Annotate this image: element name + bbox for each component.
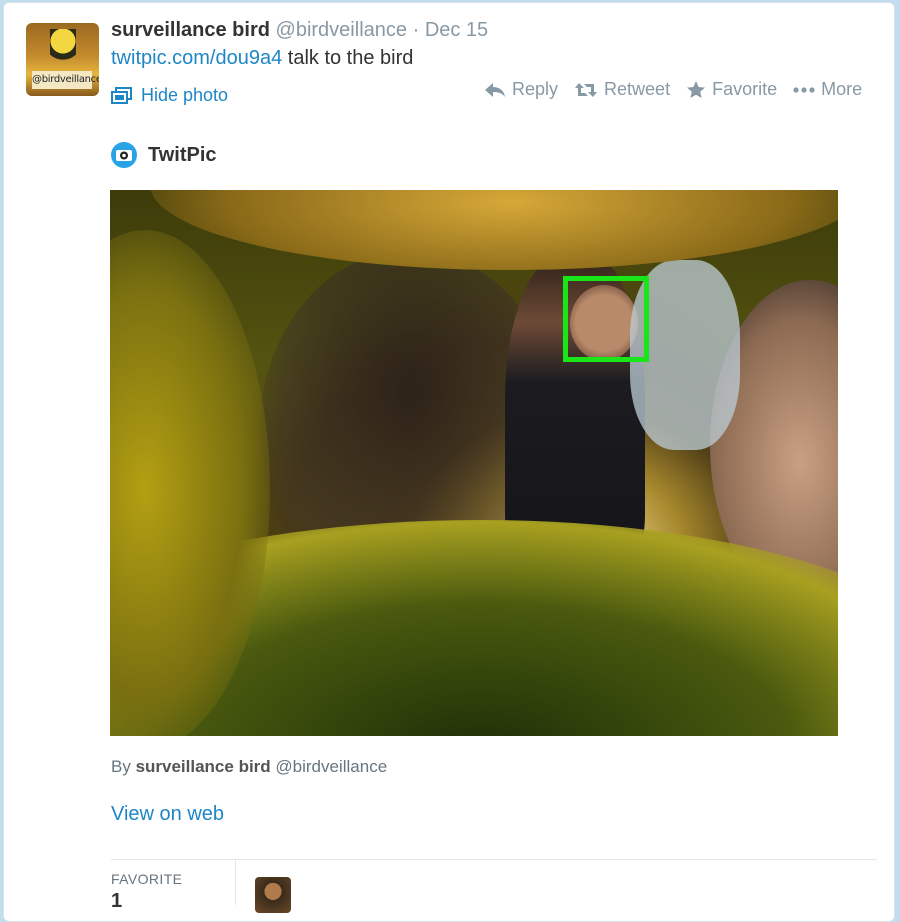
more-label: More bbox=[821, 79, 863, 99]
twitpic-logo-icon bbox=[111, 142, 137, 168]
more-button[interactable]: More bbox=[793, 79, 862, 100]
media-provider[interactable]: TwitPic bbox=[110, 141, 217, 169]
favorite-button[interactable]: Favorite bbox=[686, 79, 777, 100]
avatar[interactable]: @birdveillance bbox=[26, 23, 99, 96]
tweet-body: talk to the bird bbox=[282, 47, 414, 69]
photo-top-frame bbox=[150, 190, 838, 270]
tweet-actions: Reply Retweet Favorite More bbox=[484, 79, 862, 100]
tweet-link[interactable]: twitpic.com/dou9a4 bbox=[111, 47, 282, 69]
tweet-photo[interactable] bbox=[110, 190, 838, 736]
view-on-web-link[interactable]: View on web bbox=[111, 803, 224, 826]
hide-photo-link[interactable]: Hide photo bbox=[111, 85, 228, 106]
photo-icon bbox=[111, 86, 132, 104]
tweet-text: twitpic.com/dou9a4 talk to the bird bbox=[111, 47, 413, 70]
favoriter-avatar[interactable] bbox=[255, 877, 291, 913]
reply-button[interactable]: Reply bbox=[484, 79, 558, 100]
byline-prefix: By bbox=[111, 757, 136, 776]
reply-icon bbox=[485, 82, 505, 97]
retweet-label: Retweet bbox=[604, 79, 671, 99]
more-dots-icon bbox=[793, 86, 815, 93]
retweet-icon bbox=[575, 82, 598, 97]
favorite-stat-label: FAVORITE bbox=[111, 871, 183, 887]
reply-label: Reply bbox=[512, 79, 559, 99]
star-icon bbox=[687, 80, 706, 98]
tweet-date[interactable]: Dec 15 bbox=[425, 19, 488, 41]
provider-name: TwitPic bbox=[148, 143, 217, 166]
photo-byline: By surveillance bird @birdveillance bbox=[111, 757, 387, 777]
favorite-stat-count[interactable]: 1 bbox=[111, 890, 122, 913]
bird-figure bbox=[50, 29, 76, 69]
stats-vertical-divider bbox=[235, 860, 236, 905]
byline-name[interactable]: surveillance bird bbox=[136, 757, 271, 776]
separator: · bbox=[412, 19, 420, 41]
byline-handle[interactable]: @birdveillance bbox=[271, 757, 387, 776]
display-name[interactable]: surveillance bird bbox=[111, 19, 270, 41]
face-detection-box bbox=[563, 276, 649, 362]
retweet-button[interactable]: Retweet bbox=[574, 79, 670, 100]
hide-photo-label: Hide photo bbox=[141, 85, 229, 105]
user-handle[interactable]: @birdveillance bbox=[276, 19, 407, 41]
favorite-label: Favorite bbox=[712, 79, 778, 99]
tweet-header: surveillance bird @birdveillance · Dec 1… bbox=[111, 19, 488, 42]
stats-divider bbox=[111, 859, 877, 860]
avatar-sign: @birdveillance bbox=[32, 71, 99, 89]
